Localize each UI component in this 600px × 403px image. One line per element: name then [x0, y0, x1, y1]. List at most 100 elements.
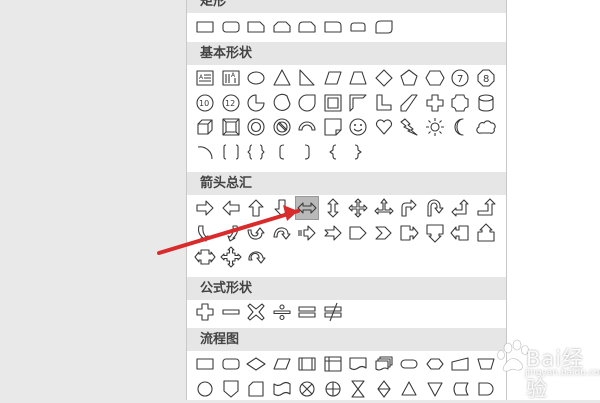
- shape-quad-arrow-icon[interactable]: [347, 197, 369, 219]
- shape-chevron-icon[interactable]: [373, 222, 395, 244]
- shape-folded-corner-icon[interactable]: [322, 116, 344, 138]
- shape-bent-arrow-icon[interactable]: [398, 197, 420, 219]
- shape-cube-icon[interactable]: [194, 116, 216, 138]
- shape-right-brace-icon[interactable]: [347, 141, 369, 163]
- shape-up-arrow-callout-icon[interactable]: [475, 222, 497, 244]
- shape-u-turn-arrow-icon[interactable]: [424, 197, 446, 219]
- shape-math-multiply-icon[interactable]: [245, 301, 267, 323]
- shape-flow-or-icon[interactable]: [322, 378, 344, 400]
- shape-round1-icon[interactable]: [322, 16, 344, 38]
- shape-flow-punched-tape-icon[interactable]: [271, 378, 293, 400]
- shape-vertical-text-box-icon[interactable]: A: [220, 67, 242, 89]
- shape-flow-card-icon[interactable]: [245, 378, 267, 400]
- shape-text-box-icon[interactable]: A: [194, 67, 216, 89]
- shape-snip-round-icon[interactable]: [296, 16, 318, 38]
- shape-math-equal-icon[interactable]: [296, 301, 318, 323]
- shape-pentagon-arrow-icon[interactable]: [347, 222, 369, 244]
- shape-rect-icon[interactable]: [194, 16, 216, 38]
- shape-flow-alt-process-icon[interactable]: [220, 353, 242, 375]
- shape-bevel-icon[interactable]: [220, 116, 242, 138]
- shape-moon-icon[interactable]: [449, 116, 471, 138]
- shape-diamond-icon[interactable]: [373, 67, 395, 89]
- shape-down-arrow-callout-icon[interactable]: [424, 222, 446, 244]
- shape-flow-delay-icon[interactable]: [475, 378, 497, 400]
- shape-triangle-icon[interactable]: [271, 67, 293, 89]
- shape-cloud-icon[interactable]: [475, 116, 497, 138]
- shape-octagon-icon[interactable]: 8: [475, 67, 497, 89]
- shape-curved-right-arrow-icon[interactable]: [194, 222, 216, 244]
- shape-dodecagon-icon[interactable]: 12: [220, 92, 242, 114]
- shape-flow-preparation-icon[interactable]: [424, 353, 446, 375]
- shape-pie-icon[interactable]: [245, 92, 267, 114]
- shape-bent-up-arrow-icon[interactable]: [475, 197, 497, 219]
- shape-left-up-arrow-icon[interactable]: [449, 197, 471, 219]
- shape-round-rect-icon[interactable]: [220, 16, 242, 38]
- shape-parallelogram-icon[interactable]: [322, 67, 344, 89]
- shape-plaque-icon[interactable]: [449, 92, 471, 114]
- shape-smiley-icon[interactable]: [347, 116, 369, 138]
- shape-chord-icon[interactable]: [271, 92, 293, 114]
- shape-flow-stored-data-icon[interactable]: [449, 378, 471, 400]
- shape-curved-down-arrow-icon[interactable]: [271, 222, 293, 244]
- shape-hexagon-icon[interactable]: [424, 67, 446, 89]
- shape-flow-manual-operation-icon[interactable]: [475, 353, 497, 375]
- shape-left-brace-icon[interactable]: [322, 141, 344, 163]
- shape-donut-icon[interactable]: [245, 116, 267, 138]
- shape-round2-icon[interactable]: [347, 16, 369, 38]
- shape-left-arrow-callout-icon[interactable]: [449, 222, 471, 244]
- shape-heart-icon[interactable]: [373, 116, 395, 138]
- shape-flow-merge-icon[interactable]: [424, 378, 446, 400]
- shape-math-minus-icon[interactable]: [220, 301, 242, 323]
- shape-snip1-icon[interactable]: [245, 16, 267, 38]
- shape-flow-terminator-icon[interactable]: [398, 353, 420, 375]
- shape-circular-arrow-icon[interactable]: [245, 246, 267, 268]
- shape-flow-summing-icon[interactable]: [296, 378, 318, 400]
- shape-flow-sort-icon[interactable]: [373, 378, 395, 400]
- shape-diagonal-stripe-icon[interactable]: [398, 92, 420, 114]
- shape-left-right-arrow-callout-icon[interactable]: [194, 246, 216, 268]
- shape-round-diag-icon[interactable]: [373, 16, 395, 38]
- shape-teardrop-icon[interactable]: [296, 92, 318, 114]
- shape-flow-extract-icon[interactable]: [398, 378, 420, 400]
- shape-flow-data-icon[interactable]: [271, 353, 293, 375]
- shape-right-arrow-callout-icon[interactable]: [398, 222, 420, 244]
- shape-left-right-arrow-icon[interactable]: [295, 196, 319, 220]
- shape-flow-connector-icon[interactable]: [194, 378, 216, 400]
- shape-flow-internal-storage-icon[interactable]: [322, 353, 344, 375]
- shape-right-triangle-icon[interactable]: [296, 67, 318, 89]
- shape-flow-manual-input-icon[interactable]: [449, 353, 471, 375]
- shape-down-arrow-icon[interactable]: [271, 197, 293, 219]
- shape-decagon-icon[interactable]: 10: [194, 92, 216, 114]
- shape-curved-up-arrow-icon[interactable]: [245, 222, 267, 244]
- shape-frame-icon[interactable]: [322, 92, 344, 114]
- shape-half-frame-icon[interactable]: [347, 92, 369, 114]
- shape-pentagon-icon[interactable]: [398, 67, 420, 89]
- shape-trapezoid-icon[interactable]: [347, 67, 369, 89]
- shape-double-bracket-icon[interactable]: [220, 141, 242, 163]
- shape-math-plus-icon[interactable]: [194, 301, 216, 323]
- shape-no-symbol-icon[interactable]: [271, 116, 293, 138]
- shape-block-arc-icon[interactable]: [296, 116, 318, 138]
- shape-cross-icon[interactable]: [424, 92, 446, 114]
- shape-up-down-arrow-icon[interactable]: [322, 197, 344, 219]
- shape-flow-predefined-icon[interactable]: [296, 353, 318, 375]
- shape-flow-decision-icon[interactable]: [245, 353, 267, 375]
- shape-quad-arrow-callout-icon[interactable]: [219, 246, 242, 268]
- shape-left-right-up-arrow-icon[interactable]: [373, 197, 395, 219]
- shape-ellipse-icon[interactable]: [245, 67, 267, 89]
- shape-snip2-icon[interactable]: [271, 16, 293, 38]
- shape-up-arrow-icon[interactable]: [245, 197, 267, 219]
- shape-striped-right-arrow-icon[interactable]: [296, 222, 318, 244]
- shape-sun-icon[interactable]: [424, 116, 446, 138]
- shape-flow-process-icon[interactable]: [194, 353, 216, 375]
- shape-right-bracket-icon[interactable]: [296, 141, 318, 163]
- shape-l-shape-icon[interactable]: [373, 92, 395, 114]
- shape-flow-offpage-icon[interactable]: [220, 378, 242, 400]
- shape-flow-multidocument-icon[interactable]: [373, 353, 395, 375]
- shape-left-bracket-icon[interactable]: [271, 141, 293, 163]
- shape-curved-left-arrow-icon[interactable]: [220, 222, 242, 244]
- shape-arc-icon[interactable]: [194, 141, 216, 163]
- shape-math-not-equal-icon[interactable]: [322, 301, 344, 323]
- shape-double-brace-icon[interactable]: [245, 141, 267, 163]
- shape-right-arrow-icon[interactable]: [194, 197, 216, 219]
